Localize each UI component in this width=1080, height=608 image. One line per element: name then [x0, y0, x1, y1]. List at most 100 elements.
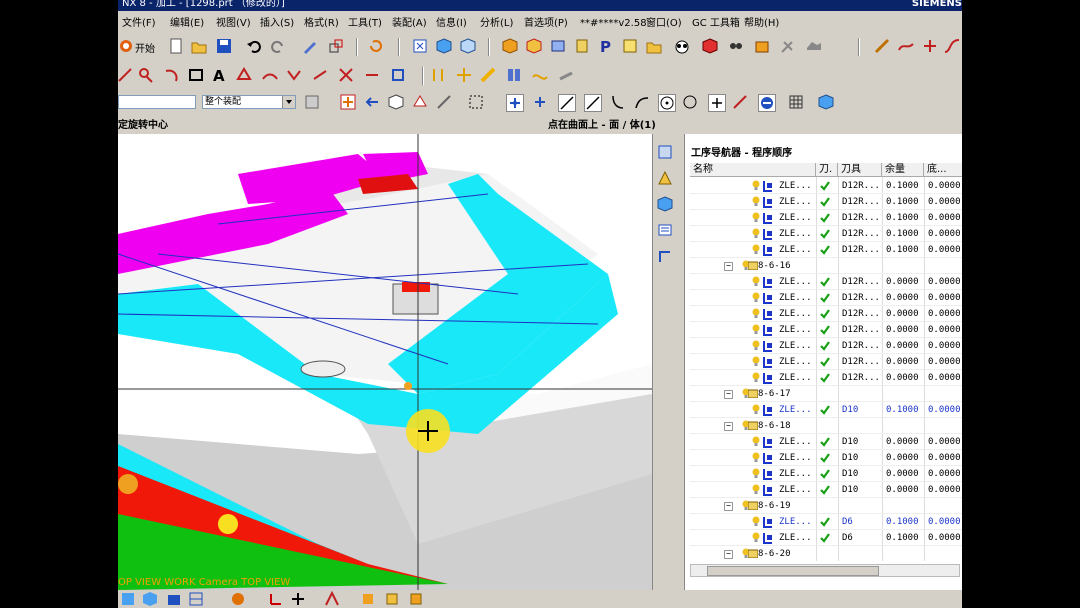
length-icon[interactable]: [480, 67, 496, 83]
column-header-floor[interactable]: 底...: [924, 163, 962, 177]
plugin-box-icon[interactable]: [754, 38, 770, 54]
operation-navigator-icon[interactable]: [657, 222, 673, 238]
open-icon[interactable]: [191, 38, 207, 54]
section-curve-icon[interactable]: [364, 67, 380, 83]
menu-window[interactable]: 窗口(O): [646, 15, 682, 32]
curve-length-icon[interactable]: [558, 67, 574, 83]
shop-doc-icon[interactable]: [622, 38, 638, 54]
menu-gc-toolbox[interactable]: GC 工具箱: [692, 15, 740, 32]
assembly-navigator-icon[interactable]: [657, 144, 673, 160]
menu-analysis[interactable]: 分析(L): [480, 15, 513, 32]
program-group-row[interactable]: − 8-6-20: [690, 546, 962, 561]
create-method-icon[interactable]: [574, 38, 590, 54]
snap-center-icon[interactable]: [658, 94, 676, 112]
back-arrow-icon[interactable]: [364, 94, 380, 110]
menu-insert[interactable]: 插入(S): [260, 15, 294, 32]
column-header-tool[interactable]: 刀具: [838, 163, 882, 177]
collapse-toggle-icon[interactable]: −: [724, 422, 733, 431]
plugin-panda-icon[interactable]: [674, 38, 690, 54]
menu-plugin[interactable]: **#****v2.58: [580, 15, 647, 32]
program-group-row[interactable]: − 8-6-18: [690, 418, 962, 434]
redo-icon[interactable]: [270, 38, 286, 54]
part-navigator-icon[interactable]: [657, 196, 673, 212]
plugin-machine-icon[interactable]: [806, 38, 822, 54]
snap-perpendicular-icon[interactable]: [634, 94, 650, 110]
smooth-curve-icon[interactable]: [532, 67, 548, 83]
edit-object-icon[interactable]: [302, 38, 318, 54]
project-curve-icon[interactable]: [312, 67, 328, 83]
snap-point-on-face-icon[interactable]: [758, 94, 776, 112]
menu-assemblies[interactable]: 装配(A): [392, 15, 427, 32]
snap-point-on-curve-icon[interactable]: [732, 94, 748, 110]
collapse-toggle-icon[interactable]: −: [724, 390, 733, 399]
type-filter-select[interactable]: [118, 95, 196, 109]
rectangle-select-icon[interactable]: [468, 94, 484, 110]
save-icon[interactable]: [216, 38, 232, 54]
plugin-cube-icon[interactable]: [702, 38, 718, 54]
fit-view-icon[interactable]: [412, 38, 428, 54]
program-group-row[interactable]: − 8-6-16: [690, 258, 962, 274]
view-cube-icon[interactable]: [818, 94, 834, 110]
plugin-tool-icon[interactable]: [780, 38, 796, 54]
operation-row[interactable]: ZLE... D12R... 0.1000 0.0000: [690, 178, 962, 194]
menu-preferences[interactable]: 首选项(P): [524, 15, 568, 32]
origin-icon[interactable]: [290, 591, 306, 607]
snap-line-icon[interactable]: [558, 94, 576, 112]
operation-row[interactable]: ZLE... D12R... 0.0000 0.0000: [690, 274, 962, 290]
refresh-icon[interactable]: [368, 38, 384, 54]
trim-icon[interactable]: [922, 38, 938, 54]
undo-icon[interactable]: [246, 38, 262, 54]
collapse-toggle-icon[interactable]: −: [724, 550, 733, 559]
menu-information[interactable]: 信息(I): [436, 15, 467, 32]
collapse-toggle-icon[interactable]: −: [724, 502, 733, 511]
layer-settings-icon[interactable]: [360, 591, 376, 607]
start-icon[interactable]: [118, 38, 134, 54]
join-curve-icon[interactable]: [286, 67, 302, 83]
scrollbar-thumb[interactable]: [707, 566, 879, 576]
spline-icon[interactable]: [944, 38, 960, 54]
bridge-curve-icon[interactable]: [262, 67, 278, 83]
snap-line2-icon[interactable]: [584, 94, 602, 112]
rectangle-icon[interactable]: [188, 67, 204, 83]
select-face-icon[interactable]: [412, 94, 428, 110]
operation-row[interactable]: ZLE... D12R... 0.1000 0.0000: [690, 242, 962, 258]
program-group-row[interactable]: − 8-6-17: [690, 386, 962, 402]
snap-quadrant-icon[interactable]: [682, 94, 698, 110]
view-orient-icon[interactable]: [142, 591, 158, 607]
shaded-cube-icon[interactable]: [436, 38, 452, 54]
extract-curve-icon[interactable]: [390, 67, 406, 83]
menu-file[interactable]: 文件(F): [122, 15, 156, 32]
column-header-status[interactable]: 刀.: [816, 163, 838, 177]
operation-row[interactable]: ZLE... D10 0.0000 0.0000: [690, 434, 962, 450]
operation-row[interactable]: ZLE... D12R... 0.0000 0.0000: [690, 306, 962, 322]
operation-row[interactable]: ZLE... D12R... 0.0000 0.0000: [690, 354, 962, 370]
move-layer-icon[interactable]: [408, 591, 424, 607]
render-style-icon[interactable]: [230, 591, 246, 607]
line-icon[interactable]: [118, 67, 134, 83]
operation-row[interactable]: ZLE... D12R... 0.0000 0.0000: [690, 322, 962, 338]
selection-scope-select[interactable]: 整个装配: [202, 95, 296, 109]
operation-row[interactable]: ZLE... D10 0.1000 0.0000: [690, 402, 962, 418]
chevron-down-icon[interactable]: [282, 96, 295, 108]
column-header-stock[interactable]: 余量: [882, 163, 924, 177]
create-geometry-icon[interactable]: [550, 38, 566, 54]
operation-row[interactable]: ZLE... D10 0.0000 0.0000: [690, 466, 962, 482]
divide-curve-icon[interactable]: [506, 67, 522, 83]
menu-format[interactable]: 格式(R): [304, 15, 339, 32]
create-tool-icon[interactable]: [526, 38, 542, 54]
snap-point-icon[interactable]: [340, 94, 356, 110]
wire-cube-icon[interactable]: [460, 38, 476, 54]
operation-row[interactable]: ZLE... D12R... 0.0000 0.0000: [690, 338, 962, 354]
create-program-icon[interactable]: [502, 38, 518, 54]
snap-arc-icon[interactable]: [610, 94, 626, 110]
machine-tool-navigator-icon[interactable]: [657, 248, 673, 264]
text-icon[interactable]: A: [212, 67, 228, 85]
intersect-curve-icon[interactable]: [338, 67, 354, 83]
snap-existing-point-icon[interactable]: [708, 94, 726, 112]
arc-icon[interactable]: [164, 67, 180, 83]
offset-curve-icon[interactable]: [236, 67, 252, 83]
start-button[interactable]: 开始: [135, 40, 155, 55]
operation-row[interactable]: ZLE... D12R... 0.1000 0.0000: [690, 226, 962, 242]
postprocess-icon[interactable]: P: [598, 38, 614, 56]
point-curve-icon[interactable]: [138, 67, 154, 83]
